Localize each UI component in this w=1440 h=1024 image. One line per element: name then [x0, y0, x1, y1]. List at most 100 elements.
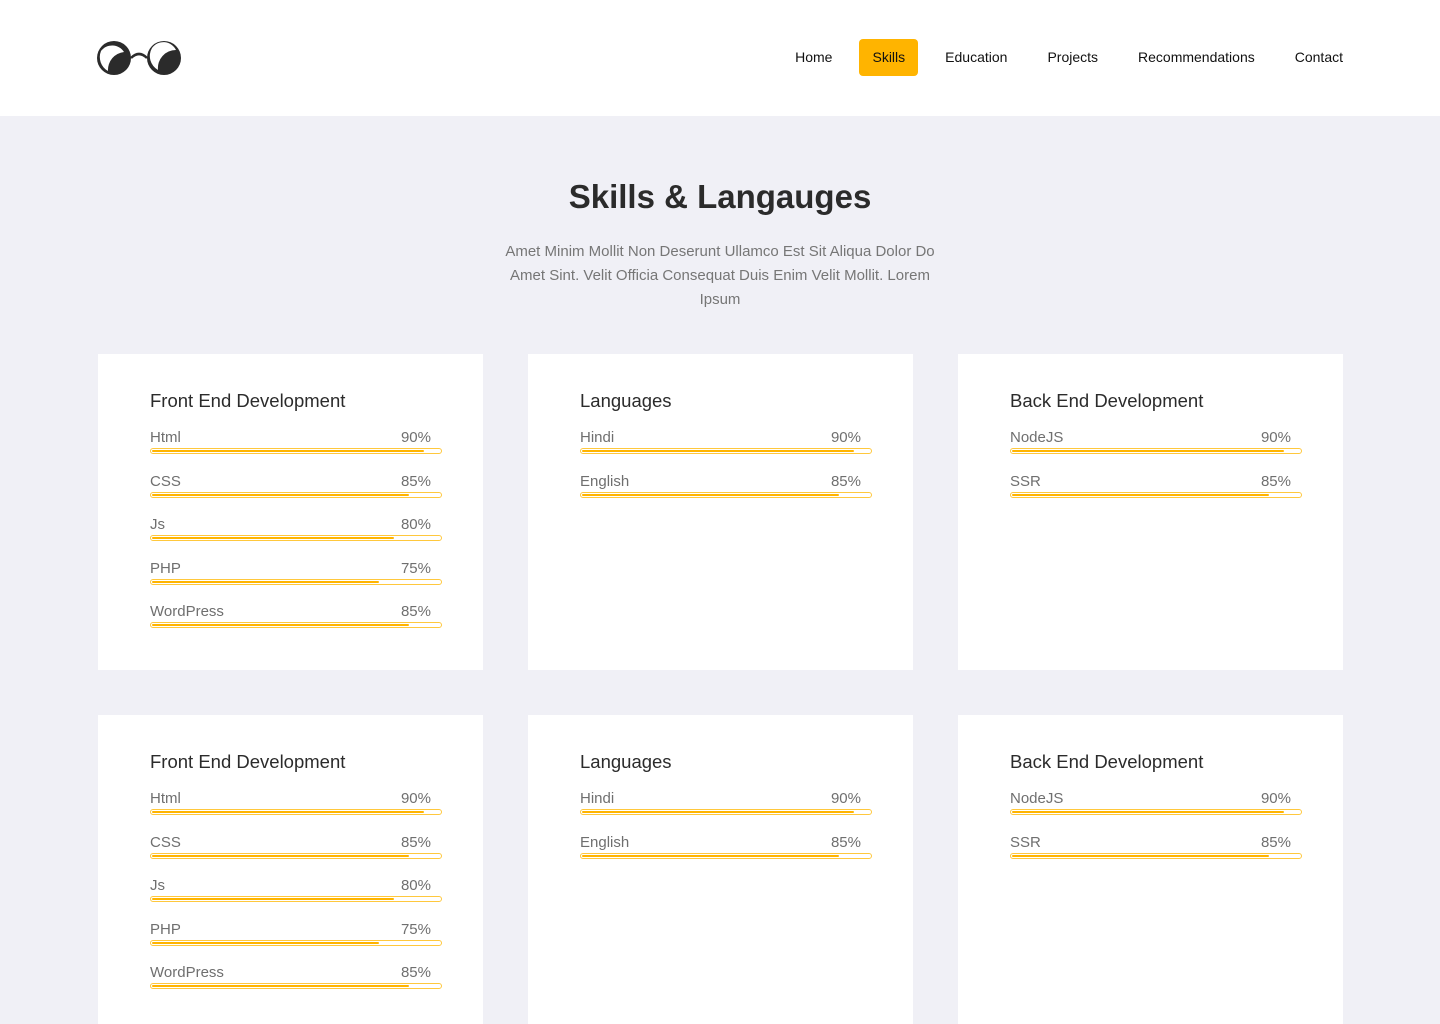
progress-bar-fill [152, 811, 425, 813]
site-header: Home Skills Education Projects Recommend… [0, 0, 1440, 116]
progress-bar [150, 535, 442, 541]
progress-bar-fill [152, 450, 425, 452]
skill-row: Hindi 90% [580, 429, 872, 459]
progress-bar [580, 448, 872, 454]
skill-percent: 75% [400, 920, 431, 938]
skill-percent: 85% [400, 472, 431, 490]
nav-recommendations[interactable]: Recommendations [1125, 39, 1268, 76]
progress-bar [1010, 448, 1302, 454]
skill-name: NodeJS [1010, 429, 1064, 446]
progress-bar-fill [152, 941, 379, 944]
skill-row: NodeJS 90% [1010, 429, 1302, 459]
skill-row: Js 80% [150, 516, 442, 546]
skill-row: Html 90% [150, 790, 442, 820]
nav-home[interactable]: Home [782, 39, 845, 76]
progress-bar [580, 491, 872, 498]
skill-row: NodeJS 90% [1010, 790, 1302, 820]
skill-percent: 90% [400, 429, 431, 446]
skill-percent: 90% [400, 790, 431, 807]
skill-card: Languages Hindi 90% English 85% [528, 715, 913, 1024]
skill-name: Html [150, 790, 181, 807]
section-title: Skills & Langauges [568, 178, 872, 215]
skill-percent: 80% [400, 877, 431, 894]
skill-percent: 85% [400, 964, 431, 981]
skill-name: English [580, 472, 630, 490]
progress-bar-fill [152, 854, 410, 857]
progress-bar-fill [582, 854, 840, 857]
progress-bar [580, 809, 872, 815]
progress-bar-fill [1012, 493, 1270, 496]
progress-bar-fill [582, 450, 855, 452]
progress-bar [150, 622, 442, 628]
skill-row: SSR 85% [1010, 473, 1302, 503]
skill-row: PHP 75% [150, 560, 442, 590]
skill-percent: 85% [830, 833, 861, 851]
card-title: Back End Development [1010, 751, 1204, 772]
progress-bar [150, 578, 442, 585]
progress-bar-fill [152, 580, 379, 583]
skill-name: SSR [1010, 472, 1041, 490]
progress-bar [150, 939, 442, 946]
progress-bar-fill [582, 493, 840, 496]
skill-name: Js [150, 877, 165, 894]
skill-name: CSS [150, 472, 181, 490]
skill-name: SSR [1010, 833, 1041, 851]
progress-bar-fill [152, 985, 410, 987]
skill-percent: 80% [400, 516, 431, 533]
progress-bar [580, 852, 872, 859]
skill-percent: 90% [1260, 429, 1291, 446]
skill-card: Back End Development NodeJS 90% SSR 85% [958, 715, 1343, 1024]
skill-percent: 90% [830, 790, 861, 807]
skill-row: SSR 85% [1010, 834, 1302, 864]
skill-row: WordPress 85% [150, 603, 442, 633]
skill-row: Hindi 90% [580, 790, 872, 820]
skill-name: PHP [150, 920, 181, 938]
skill-row: Js 80% [150, 877, 442, 907]
skill-card: Front End Development Html 90% CSS 85% Js 80% P… [98, 354, 483, 670]
progress-bar [150, 896, 442, 902]
progress-bar [150, 983, 442, 989]
skill-name: WordPress [150, 964, 224, 981]
skill-percent: 90% [830, 429, 861, 446]
progress-bar [1010, 491, 1302, 498]
progress-bar-fill [1012, 854, 1270, 857]
progress-bar [150, 809, 442, 815]
nav-projects[interactable]: Projects [1034, 39, 1111, 76]
skill-card: Languages Hindi 90% English 85% [528, 354, 913, 670]
skill-row: CSS 85% [150, 473, 442, 503]
progress-bar-fill [1012, 450, 1285, 452]
card-title: Back End Development [1010, 390, 1204, 411]
skill-percent: 85% [400, 603, 431, 620]
skill-percent: 85% [400, 833, 431, 851]
nav-skills[interactable]: Skills [859, 39, 919, 76]
skill-row: English 85% [580, 473, 872, 503]
progress-bar [150, 491, 442, 498]
nav-education[interactable]: Education [932, 39, 1020, 76]
skill-name: NodeJS [1010, 790, 1064, 807]
skill-name: Js [150, 516, 165, 533]
main-nav: Home Skills Education Projects Recommend… [768, 39, 1343, 76]
card-title: Languages [580, 390, 672, 411]
skill-percent: 90% [1260, 790, 1291, 807]
card-title: Front End Development [150, 751, 346, 772]
skill-row: CSS 85% [150, 834, 442, 864]
progress-bar-fill [152, 493, 410, 496]
card-title: Front End Development [150, 390, 346, 411]
progress-bar-fill [152, 537, 394, 539]
skill-name: Hindi [580, 790, 615, 807]
skill-row: WordPress 85% [150, 964, 442, 994]
skill-name: Hindi [580, 429, 615, 446]
progress-bar-fill [152, 624, 410, 626]
skill-row: PHP 75% [150, 921, 442, 951]
skill-name: WordPress [150, 603, 224, 620]
progress-bar-fill [582, 811, 855, 813]
nav-contact[interactable]: Contact [1282, 39, 1343, 76]
skill-card: Back End Development NodeJS 90% SSR 85% [958, 354, 1343, 670]
skill-percent: 75% [400, 559, 431, 577]
skill-row: English 85% [580, 834, 872, 864]
skill-name: English [580, 833, 630, 851]
section-subtitle: Amet Minim Mollit Non Deserunt Ullamco E… [505, 243, 935, 308]
skill-row: Html 90% [150, 429, 442, 459]
glasses-logo-icon[interactable] [96, 38, 186, 78]
progress-bar [150, 448, 442, 454]
